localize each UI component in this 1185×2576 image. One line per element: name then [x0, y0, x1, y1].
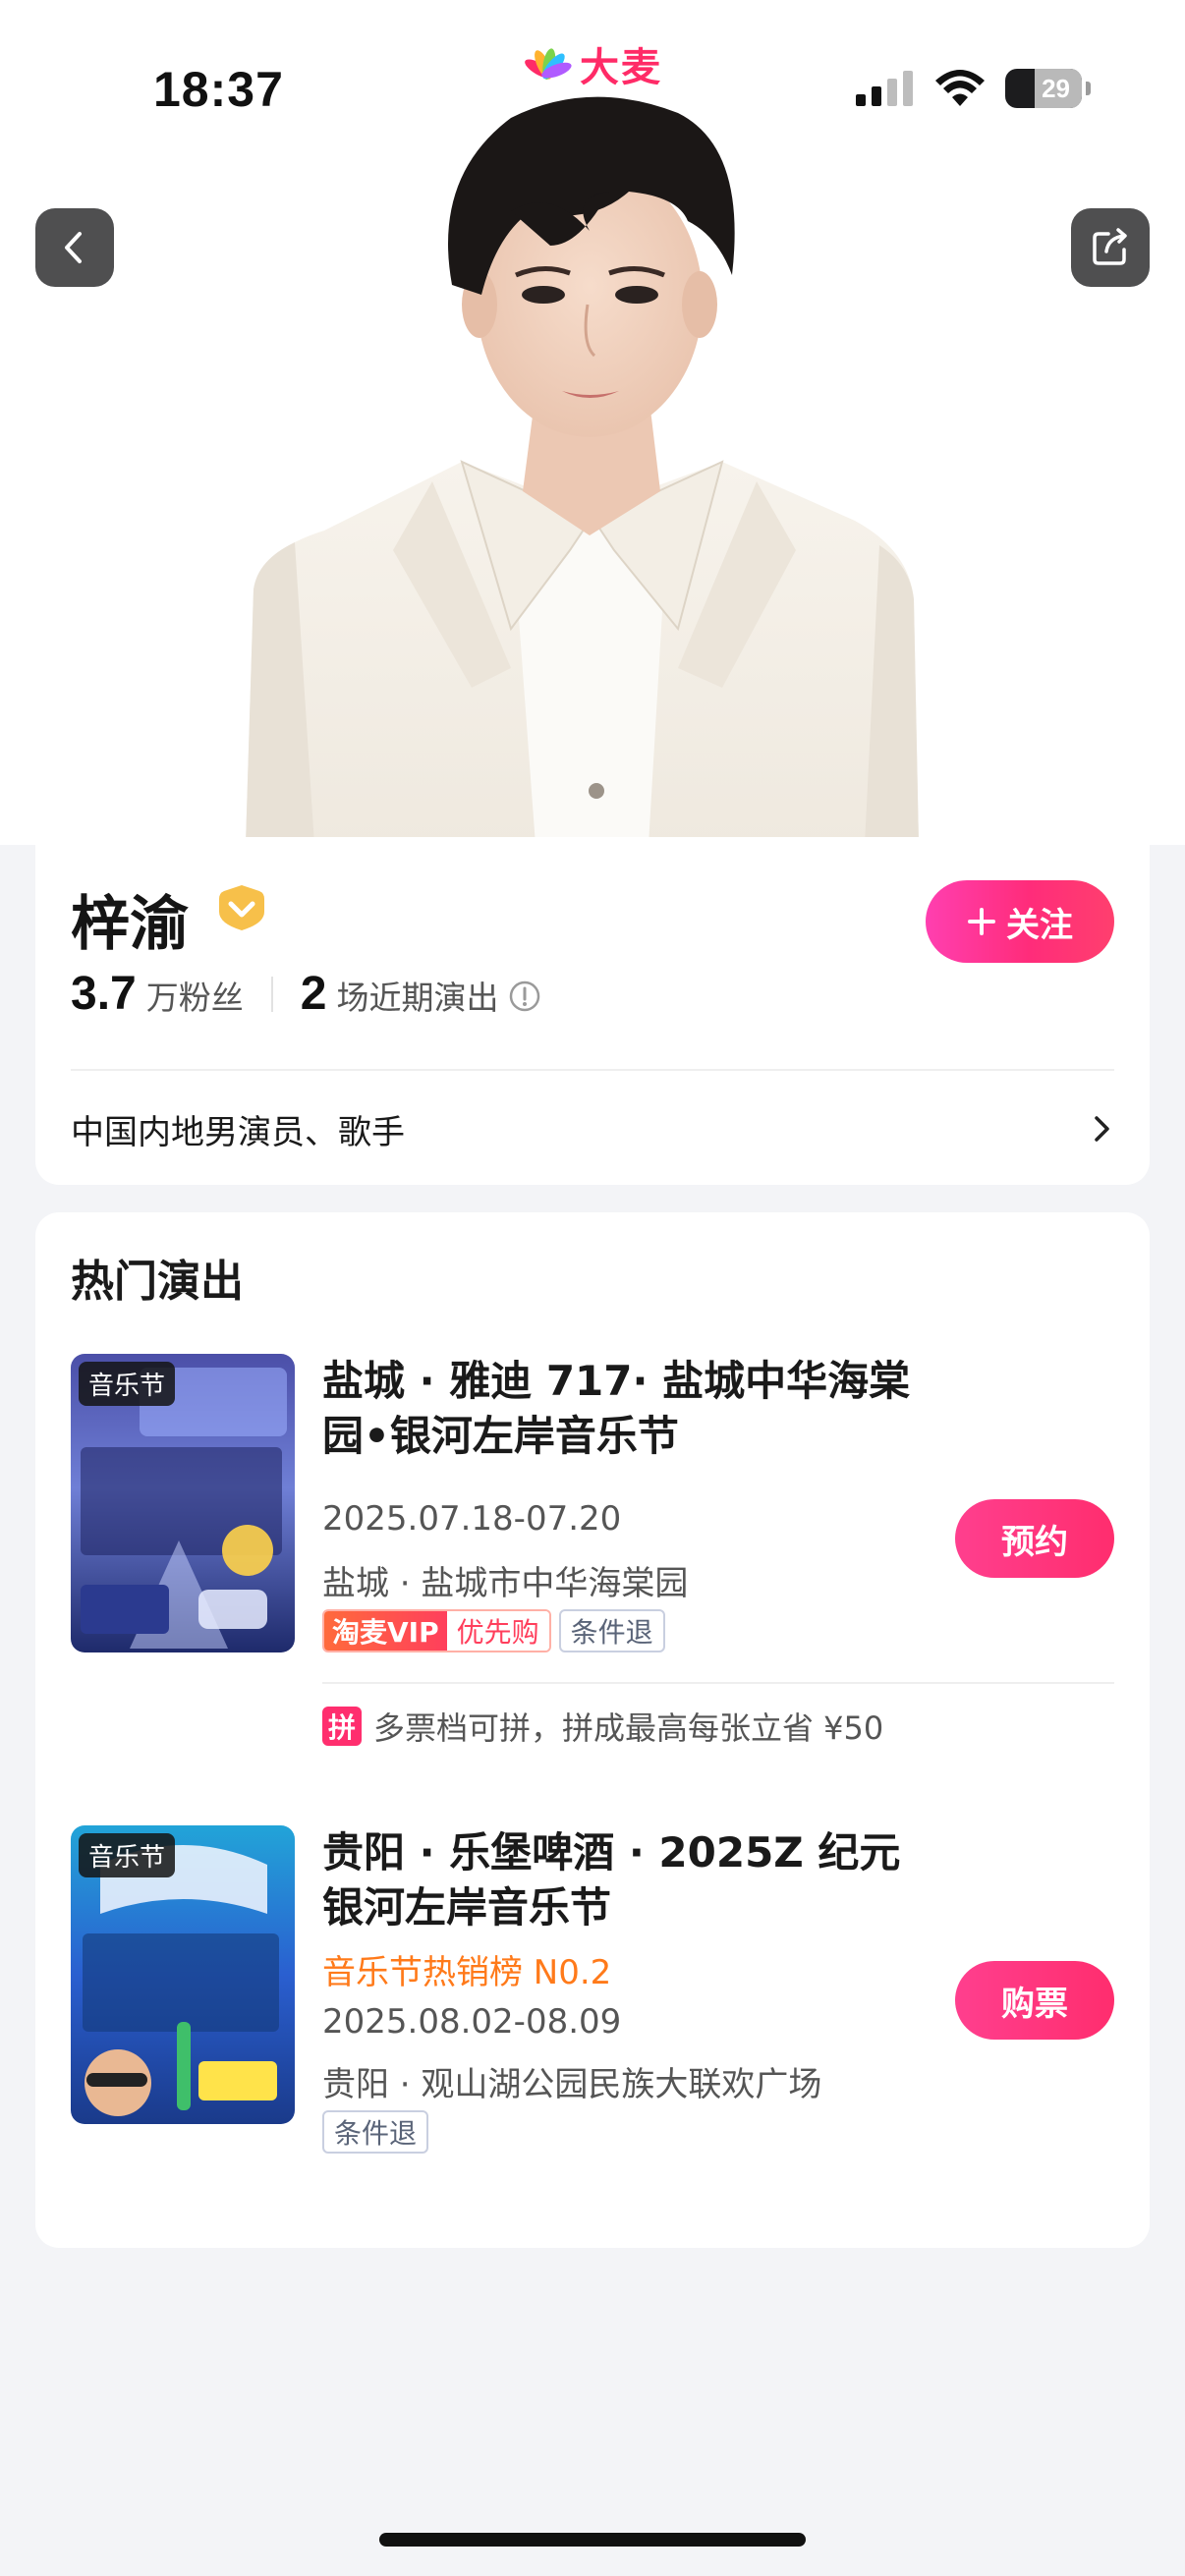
brand-flower-icon: [525, 48, 572, 80]
status-time: 18:37: [153, 62, 284, 117]
verified-badge-icon: [219, 885, 264, 930]
refund-tag: 条件退: [322, 2110, 429, 2154]
artist-hero: 18:37 大麦 29: [0, 0, 1185, 845]
show-tags: 条件退: [322, 2110, 429, 2154]
chevron-right-icon: [1095, 1116, 1109, 1142]
upcoming-shows-count: 2: [300, 968, 327, 1020]
info-icon[interactable]: [508, 980, 541, 1013]
stats-divider: [270, 976, 273, 1012]
group-buy-badge: 拼: [322, 1707, 362, 1746]
status-icons: 29: [856, 69, 1091, 108]
follow-button[interactable]: 关注: [926, 880, 1114, 963]
show-poster[interactable]: 音乐节: [71, 1354, 295, 1652]
artist-stats: 3.7 万粉丝 2 场近期演出: [71, 967, 541, 1021]
share-icon: [1093, 228, 1127, 265]
battery-nub: [1086, 82, 1091, 95]
show-date: 2025.08.02-08.09: [322, 2002, 622, 2042]
show-title[interactable]: 贵阳 · 乐堡啤酒 · 2025Z 纪元银河左岸音乐节: [322, 1825, 931, 1935]
item-divider: [322, 1682, 1114, 1684]
show-item[interactable]: 音乐节 贵阳 · 乐堡啤酒 · 2025Z 纪元银河左岸音乐节 音乐节热销榜 N…: [71, 1825, 1114, 2199]
group-buy-row[interactable]: 拼 多票档可拼，拼成最高每张立省 ¥50: [322, 1704, 883, 1749]
poster-category-tag: 音乐节: [79, 1833, 176, 1877]
back-button[interactable]: [35, 208, 114, 287]
show-item[interactable]: 音乐节 盐城 · 雅迪 717· 盐城中华海棠园•银河左岸音乐节 2025.07…: [71, 1354, 1114, 1747]
plus-icon: [968, 908, 995, 935]
priority-tag: 优先购: [446, 1611, 549, 1651]
show-date: 2025.07.18-07.20: [322, 1499, 622, 1539]
wifi-icon: [935, 70, 985, 106]
artist-name: 梓渝: [71, 890, 189, 959]
buy-ticket-button[interactable]: 购票: [955, 1961, 1114, 2040]
vip-tag: 淘麦VIP: [324, 1611, 447, 1651]
show-poster[interactable]: 音乐节: [71, 1825, 295, 2124]
group-buy-text: 多票档可拼，拼成最高每张立省 ¥50: [373, 1709, 884, 1747]
share-button[interactable]: [1071, 208, 1150, 287]
home-indicator: [379, 2533, 806, 2547]
fans-count: 3.7: [71, 968, 137, 1020]
artist-intro-row[interactable]: 中国内地男演员、歌手: [71, 1104, 1114, 1153]
battery-percent: 29: [1042, 73, 1070, 103]
fans-unit: 万粉丝: [145, 979, 244, 1017]
vip-priority-tag: 淘麦VIP 优先购: [322, 1609, 551, 1652]
battery-indicator: 29: [1005, 69, 1082, 108]
hot-sales-rank[interactable]: 音乐节热销榜 N0.2: [322, 1945, 611, 1993]
section-title: 热门演出: [71, 1257, 244, 1307]
show-title[interactable]: 盐城 · 雅迪 717· 盐城中华海棠园•银河左岸音乐节: [322, 1354, 931, 1464]
follow-label: 关注: [1006, 905, 1073, 945]
cellular-signal-icon: [856, 71, 913, 106]
hot-shows-section: 热门演出 音乐节 盐城 · 雅迪 717· 盐城中华海棠园•银河左岸音乐节 20…: [35, 1212, 1150, 2248]
show-tags: 淘麦VIP 优先购 条件退: [322, 1609, 665, 1652]
show-venue: 贵阳 · 观山湖公园民族大联欢广场: [322, 2065, 822, 2104]
show-venue: 盐城 · 盐城市中华海棠园: [322, 1564, 689, 1603]
chevron-left-icon: [65, 232, 82, 263]
artist-intro: 中国内地男演员、歌手: [71, 1112, 405, 1152]
poster-category-tag: 音乐节: [79, 1362, 176, 1406]
refund-tag: 条件退: [558, 1609, 665, 1652]
artist-photo: [246, 96, 919, 845]
brand-name: 大麦: [580, 45, 662, 90]
reserve-button[interactable]: 预约: [955, 1499, 1114, 1578]
artist-profile-card: 梓渝 关注 3.7 万粉丝 2 场近期演出 中国内地男演员、歌手: [35, 837, 1150, 1185]
profile-divider: [71, 1069, 1114, 1071]
upcoming-shows-unit: 场近期演出: [336, 979, 499, 1017]
brand-logo: 大麦: [523, 39, 662, 90]
